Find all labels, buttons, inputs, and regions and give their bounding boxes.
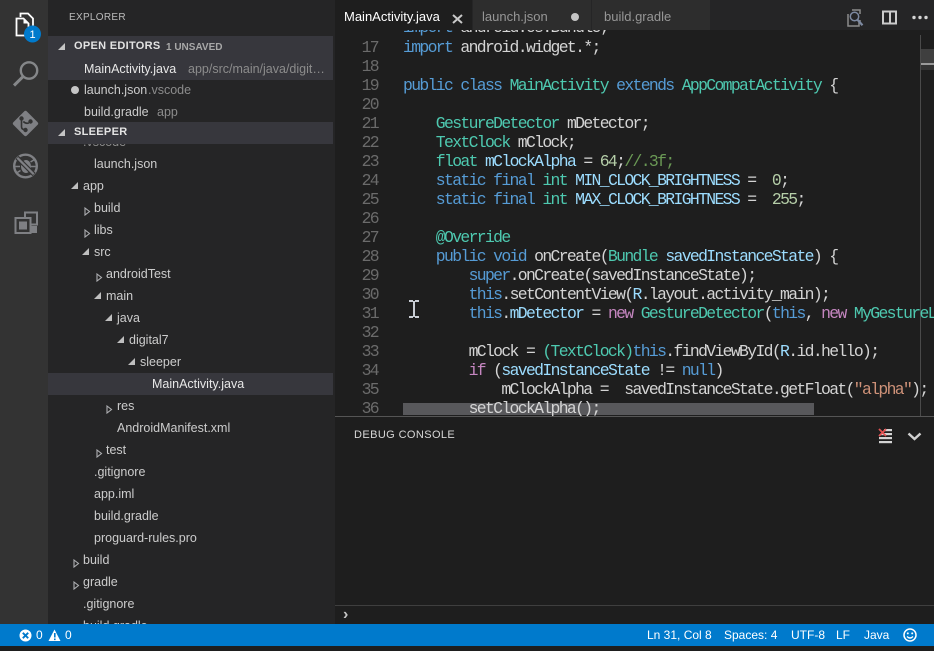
svg-text:1: 1 <box>29 29 35 41</box>
